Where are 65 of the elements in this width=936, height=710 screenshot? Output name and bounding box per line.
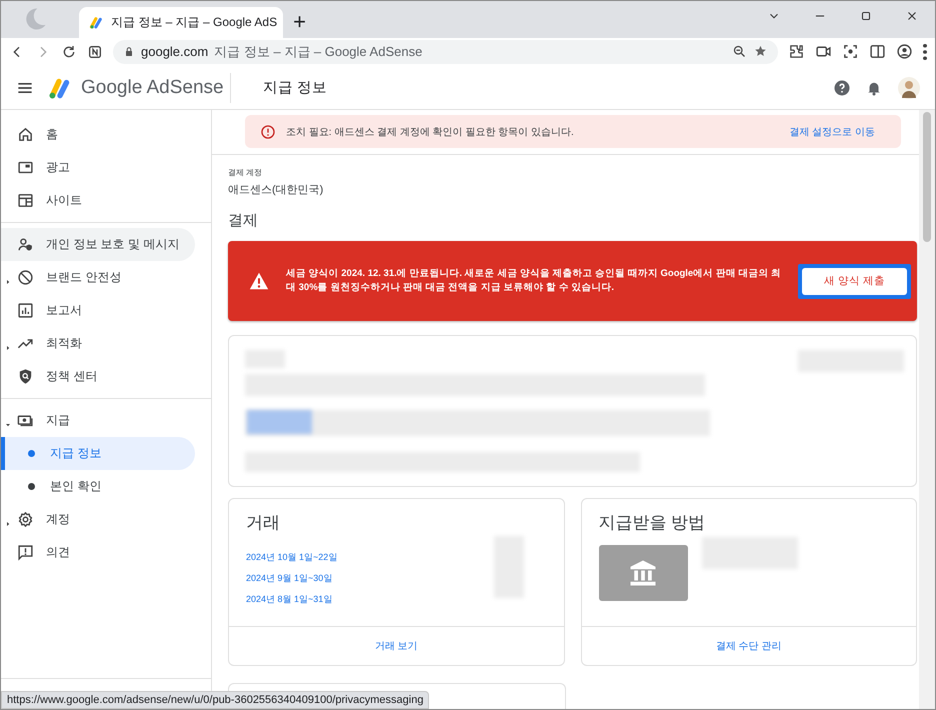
sidebar-subitem[interactable]: 지급 정보: [1, 437, 195, 470]
transaction-link[interactable]: 2024년 8월 1일~31일: [246, 593, 338, 606]
sidebar-item[interactable]: 개인 정보 보호 및 메시지: [1, 228, 195, 261]
tab-title: 지급 정보 – 지급 – Google AdS: [111, 14, 278, 31]
account-value: 애드센스(대한민국): [228, 183, 324, 197]
account-label: 결제 계정: [228, 167, 264, 178]
sidebar-subitem[interactable]: 본인 확인: [1, 470, 195, 503]
sidebar-item[interactable]: 보고서: [1, 294, 195, 327]
bar-chart-icon: [17, 302, 34, 319]
lock-icon: [123, 46, 135, 58]
sidebar-item[interactable]: 홈: [1, 118, 195, 151]
maximize-icon: [859, 9, 873, 23]
payment-settings-link[interactable]: 결제 설정으로 이동: [789, 124, 875, 138]
status-url: https://www.google.com/adsense/new/u/0/pub-3602556340409100/privacymessaging: [1, 691, 430, 709]
shield-search-icon: [17, 368, 34, 385]
sidebar-item[interactable]: 광고: [1, 151, 195, 184]
zoom-out-icon: [732, 44, 747, 59]
sidebar-item[interactable]: 지급: [1, 404, 195, 437]
person-shield-icon: [17, 236, 34, 253]
error-icon: [260, 124, 276, 140]
scrollbar-thumb[interactable]: [923, 112, 931, 242]
transaction-link[interactable]: 2024년 9월 1일~30일: [246, 572, 338, 585]
sidebar-item[interactable]: 최적화: [1, 327, 195, 360]
layout-icon: [17, 192, 34, 209]
sidebar-item[interactable]: 정책 센터: [1, 360, 195, 393]
profile-icon: [896, 43, 913, 60]
alert-text: 세금 양식이 2024. 12. 31.에 만료됩니다. 새로운 세금 양식을 제출하고 승인될 때까지 Google에서 판매 대금의 최대 30%를 원천징수하거나 판매 대금 전액을 지급 보류해야 할 수 있습니다.: [286, 267, 782, 295]
product-name: Google AdSense: [81, 76, 224, 98]
address-bar[interactable]: google.com 지급 정보 – 지급 – Google AdSense: [113, 40, 778, 64]
adsense-logo-icon: [89, 15, 104, 30]
help-button[interactable]: [833, 78, 851, 96]
extension-n-icon: [87, 44, 103, 60]
bookmark-star-icon: [753, 44, 768, 59]
feedback-icon: [17, 544, 34, 561]
bullet-icon: [28, 450, 35, 457]
transaction-link[interactable]: 2024년 10월 1일~22일: [246, 551, 338, 564]
account-button[interactable]: [897, 76, 921, 100]
browser-tab[interactable]: 지급 정보 – 지급 – Google AdS: [79, 7, 284, 38]
sidebar-item[interactable]: 브랜드 안전성: [1, 261, 195, 294]
more-vertical-icon: [923, 44, 927, 60]
ad-frame-icon: [17, 159, 34, 176]
bullet-icon: [28, 483, 35, 490]
card-title: 거래: [245, 512, 281, 534]
page-title: 지급 정보: [263, 79, 328, 97]
avatar-icon: [897, 76, 921, 100]
sidebar-icon: [869, 43, 886, 60]
home-icon: [17, 126, 34, 143]
reload-icon: [61, 44, 77, 60]
gear-icon: [17, 511, 34, 528]
section-title: 결제: [228, 211, 259, 230]
sidebar-item[interactable]: 사이트: [1, 184, 195, 217]
notice-text: 조치 필요: 애드센스 결제 계정에 확인이 필요한 항목이 있습니다.: [286, 126, 574, 138]
new-tab-button[interactable]: +: [289, 8, 310, 34]
screenshot-icon: [842, 43, 859, 60]
help-icon: [833, 78, 851, 96]
sidebar-item[interactable]: 계정: [1, 503, 195, 536]
submit-form-button[interactable]: 새 양식 제출: [802, 268, 907, 294]
puzzle-icon: [788, 43, 805, 60]
card-title: 지급받을 방법: [598, 512, 706, 534]
block-icon: [17, 269, 34, 286]
view-transactions-link[interactable]: 거래 보기: [374, 639, 418, 653]
bank-icon: [628, 558, 658, 588]
manage-payment-link[interactable]: 결제 수단 관리: [716, 639, 782, 653]
sidebar-item[interactable]: 의견: [1, 536, 195, 569]
warning-icon: [248, 270, 270, 292]
